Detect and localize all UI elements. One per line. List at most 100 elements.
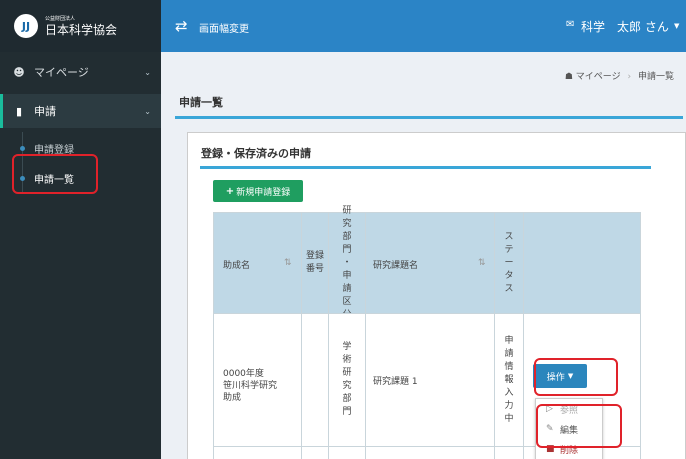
bullet-icon — [20, 175, 25, 181]
menu-item-label: 削除 — [560, 445, 579, 456]
cell-status: 申 請 情 報 入 力 中 — [494, 313, 524, 447]
cell-char: 報 — [504, 374, 514, 385]
sort-icon[interactable]: ⇅ — [284, 258, 292, 268]
cell-text: 0000年度 — [223, 369, 264, 379]
breadcrumb-current: 申請一覧 — [637, 72, 674, 82]
chevron-down-icon: ⌄ — [144, 67, 151, 77]
header-char: タ — [504, 270, 514, 281]
header-char: ス — [504, 283, 514, 294]
box-title: 登録・保存済みの申請 — [201, 147, 311, 160]
cell-char: 申 — [504, 335, 514, 346]
chevron-down-icon[interactable]: ▼ — [674, 22, 679, 30]
screen-width-toggle[interactable]: 画面幅変更 — [199, 20, 249, 35]
cell-text: 研究課題 1 — [373, 377, 418, 387]
sidebar-item-label: 申請 — [34, 105, 56, 118]
table-row — [213, 446, 302, 459]
breadcrumb-separator: › — [627, 72, 632, 82]
sidebar-subitem-list[interactable]: 申請一覧 — [0, 170, 161, 186]
operations-dropdown: ▷ 参照 ✎ 編集 ■ 削除 — [535, 398, 603, 459]
cell-char: 究 — [342, 381, 352, 391]
menu-item-edit[interactable]: ✎ 編集 — [536, 419, 602, 439]
edit-icon: ✎ — [546, 424, 554, 434]
header-char: ー — [504, 257, 514, 268]
cell-char: 学 — [342, 342, 352, 352]
header-grant-name[interactable]: 助成名 ⇅ — [213, 212, 302, 314]
cell-char: 情 — [504, 361, 514, 372]
header-char: 請 — [342, 283, 352, 294]
page-title: 申請一覧 — [179, 96, 223, 109]
new-application-button[interactable]: + 新規申請登録 — [213, 180, 303, 202]
brand-text: 公益財団法人 日本科学協会 — [45, 16, 117, 37]
user-menu[interactable]: 科学 太郎 さん — [581, 18, 669, 35]
cell-char: 中 — [504, 413, 514, 424]
divider — [175, 116, 683, 119]
header-char: 究 — [342, 218, 352, 229]
user-icon: ☻ — [13, 65, 25, 79]
menu-item-view[interactable]: ▷ 参照 — [536, 399, 602, 419]
sidebar-item-apply[interactable]: ▮ 申請 ⌄ — [0, 94, 161, 128]
top-bar: ⇄ 画面幅変更 ✉ 科学 太郎 さん ▼ — [161, 0, 686, 52]
menu-item-label: 編集 — [560, 425, 579, 436]
mail-icon[interactable]: ✉ — [566, 19, 574, 30]
header-label: 助成名 — [223, 261, 251, 271]
header-topic[interactable]: 研究課題名 ⇅ — [365, 212, 495, 314]
header-status: ス テ ー タ ス — [494, 212, 524, 314]
header-char: ・ — [342, 257, 352, 268]
header-label: 登録 — [305, 251, 324, 261]
cell-text: 笹川科学研究 — [223, 381, 278, 391]
view-icon: ▷ — [546, 404, 553, 414]
plus-icon: + — [225, 185, 235, 197]
header-reg-number: 登録 番号 — [301, 212, 329, 314]
header-char: ス — [504, 231, 514, 242]
swap-arrows-icon[interactable]: ⇄ — [175, 17, 188, 35]
cell-char: 請 — [504, 348, 514, 359]
brand-name: 日本科学協会 — [45, 22, 118, 37]
header-char: 申 — [342, 270, 352, 281]
cell-topic: 研究課題 1 — [365, 313, 495, 447]
brand-subtitle: 公益財団法人 — [45, 15, 76, 22]
cell-char: 力 — [504, 400, 514, 411]
cell-grant-name: 0000年度 笹川科学研究 助成 — [213, 313, 302, 447]
trash-icon: ■ — [546, 444, 555, 454]
header-char: 門 — [342, 244, 352, 255]
table-row — [328, 446, 366, 459]
operations-button[interactable]: 操作 ▼ — [533, 364, 587, 388]
header-label: 番号 — [305, 264, 324, 274]
sidebar-subitem-register[interactable]: 申請登録 — [0, 140, 161, 156]
table-row — [365, 446, 495, 459]
chevron-down-icon: ⌄ — [144, 106, 151, 116]
bullet-icon — [20, 145, 25, 151]
menu-item-delete[interactable]: ■ 削除 — [536, 439, 602, 459]
table-row — [494, 446, 524, 459]
cell-field: 学 術 研 究 部 門 — [328, 313, 366, 447]
sidebar: JJ 公益財団法人 日本科学協会 ☻ マイページ ⌄ ▮ 申請 ⌄ 申請登録 申… — [0, 0, 161, 459]
caret-down-icon: ▼ — [567, 372, 574, 380]
divider — [200, 166, 651, 169]
breadcrumb: ☗ マイページ › 申請一覧 — [565, 69, 674, 82]
applications-table: 助成名 ⇅ 登録 番号 研 究 部 門 ・ 申 請 区 分 研究課題名 ⇅ — [213, 206, 641, 459]
sidebar-item-label: マイページ — [34, 66, 89, 79]
cell-text: 助成 — [223, 393, 242, 403]
cell-char: 入 — [504, 387, 514, 398]
cell-char: 研 — [342, 368, 352, 378]
cell-char: 門 — [342, 407, 352, 417]
operations-label: 操作 — [546, 372, 565, 383]
sidebar-item-mypage[interactable]: ☻ マイページ ⌄ — [0, 58, 161, 86]
menu-item-label: 参照 — [560, 405, 579, 416]
sidebar-subitem-label: 申請登録 — [34, 144, 74, 156]
header-field: 研 究 部 門 ・ 申 請 区 分 — [328, 206, 366, 320]
sort-icon[interactable]: ⇅ — [478, 258, 486, 268]
header-char: 区 — [342, 296, 352, 307]
applications-box: 登録・保存済みの申請 + 新規申請登録 助成名 ⇅ 登録 番号 研 究 部 門 … — [187, 132, 686, 459]
logo-icon: JJ — [14, 14, 38, 38]
file-icon: ▮ — [15, 104, 23, 118]
brand[interactable]: JJ 公益財団法人 日本科学協会 — [0, 0, 161, 52]
cell-char: 術 — [342, 355, 352, 365]
header-char: 研 — [342, 205, 352, 216]
breadcrumb-home[interactable]: マイページ — [576, 72, 621, 82]
new-application-label: 新規申請登録 — [236, 187, 291, 198]
header-char: 部 — [342, 231, 352, 242]
main-content: ☗ マイページ › 申請一覧 申請一覧 登録・保存済みの申請 + 新規申請登録 … — [161, 52, 686, 459]
header-label: 研究課題名 — [373, 261, 419, 271]
table-row — [301, 446, 329, 459]
